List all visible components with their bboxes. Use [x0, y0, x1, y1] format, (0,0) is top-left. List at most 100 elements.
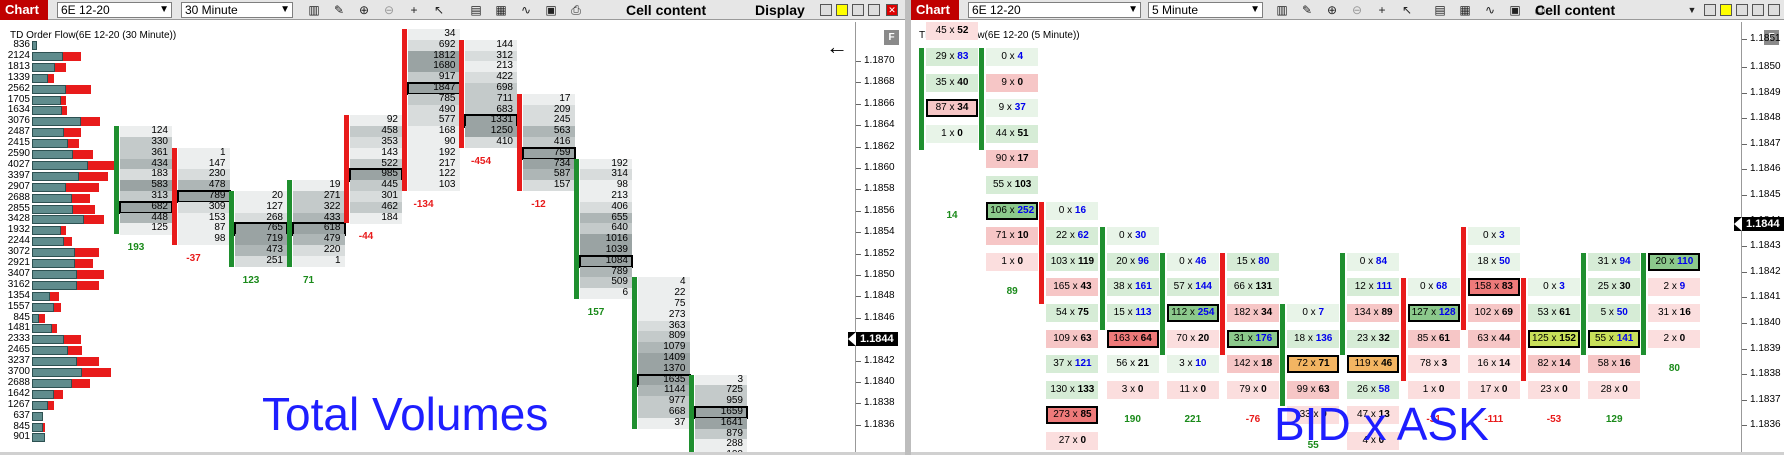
price-tick-label: 1.1851	[1742, 34, 1784, 44]
strategy-icon[interactable]: ∿	[518, 2, 534, 18]
minimize-button[interactable]	[1736, 4, 1748, 16]
bid-value: 23 x	[1540, 383, 1563, 395]
bid-ask-cell: 0 x 16	[1046, 201, 1099, 220]
bid-ask-cell: 18 x 50	[1467, 252, 1520, 271]
current-price-tag: 1.1844	[1734, 216, 1784, 231]
profile-volume-label: 3076	[7, 115, 30, 127]
display-menu[interactable]: Display	[755, 0, 805, 20]
ask-value: 62	[1077, 230, 1089, 242]
bid-ask-cell: 125 x 152	[1528, 329, 1580, 348]
profile-bar-red	[42, 422, 45, 432]
color-swatch-gray[interactable]	[1704, 4, 1716, 16]
ask-value: 96	[1137, 255, 1149, 267]
bidask-column-bar	[1581, 252, 1587, 356]
bid-value: 12 x	[1354, 281, 1377, 293]
maximize-button[interactable]	[868, 4, 880, 16]
properties-icon[interactable]: ▤	[468, 2, 484, 18]
volume-column-bar	[401, 29, 407, 191]
price-tick-label: 1.1850	[856, 270, 905, 280]
interval-selector[interactable]: 30 Minute ▼	[181, 2, 293, 18]
instrument-selector[interactable]: 6E 12-20 ▼	[968, 2, 1141, 18]
zoom-in-icon[interactable]: ⊕	[356, 2, 372, 18]
profile-bar-red	[50, 291, 59, 301]
ask-value: 4	[1017, 51, 1024, 62]
ask-value: 254	[1197, 307, 1215, 318]
instrument-selector[interactable]: 6E 12-20 ▼	[57, 2, 172, 18]
profile-row: 3407	[0, 268, 130, 279]
profile-bar-green	[32, 41, 37, 50]
bid-value: 11 x	[1179, 383, 1201, 395]
bid-ask-cell: 182 x 34	[1227, 304, 1279, 322]
bid-value: 22 x	[1055, 230, 1078, 242]
profile-row: 1557	[0, 301, 130, 312]
ask-value: 61	[1559, 307, 1571, 318]
data-box-icon[interactable]: ▦	[493, 2, 509, 18]
bid-ask-cell: 90 x 17	[986, 150, 1039, 169]
bid-ask-cell: 44 x 51	[986, 124, 1039, 143]
strategy-icon[interactable]: ∿	[1482, 2, 1498, 18]
bidask-column-bar	[1220, 252, 1225, 356]
cursor-icon[interactable]: ↖	[1399, 2, 1415, 18]
price-tick-label: 1.1836	[856, 419, 905, 430]
bid-ask-cell: 63 x 44	[1467, 329, 1520, 348]
volume-column-bar	[114, 126, 119, 235]
price-tick-label: 1.1860	[856, 163, 905, 173]
close-button[interactable]	[1768, 4, 1780, 16]
zoom-out-icon[interactable]: ⊖	[381, 2, 397, 18]
bid-ask-cell: 54 x 75	[1046, 304, 1099, 322]
bid-ask-cell: 112 x 254	[1166, 304, 1219, 322]
chevron-down-icon[interactable]: ▼	[1684, 2, 1700, 18]
data-box-icon[interactable]: ▦	[1457, 2, 1473, 18]
minimize-button[interactable]	[852, 4, 864, 16]
pencil-icon[interactable]: ✎	[331, 2, 347, 18]
profile-volume-label: 2855	[7, 202, 30, 214]
color-swatch-yellow[interactable]	[836, 4, 848, 16]
bar-chart-icon[interactable]: ▥	[1274, 2, 1290, 18]
profile-row: 2333	[0, 334, 130, 345]
bid-value: 5 x	[1600, 307, 1617, 318]
profile-volume-label: 3162	[7, 278, 30, 290]
volume-column-bar	[344, 115, 349, 224]
profile-bar-green	[32, 422, 43, 432]
profile-bar-green	[32, 400, 49, 410]
bar-chart-icon[interactable]: ▥	[306, 2, 322, 18]
crosshair-icon[interactable]: +	[1374, 2, 1390, 18]
profile-bar-green	[32, 346, 68, 356]
cursor-icon[interactable]: ↖	[431, 2, 447, 18]
template-icon[interactable]: ▣	[1507, 2, 1523, 18]
price-tick-label: 1.1866	[856, 98, 905, 109]
interval-value: 5 Minute	[1152, 3, 1199, 17]
pencil-icon[interactable]: ✎	[1299, 2, 1315, 18]
bid-ask-cell: 119 x 46	[1347, 355, 1400, 374]
profile-volume-label: 1813	[7, 60, 30, 72]
profile-bar-red	[53, 302, 61, 312]
maximize-button[interactable]	[1752, 4, 1764, 16]
crosshair-icon[interactable]: +	[406, 2, 422, 18]
print-icon[interactable]: ⎙	[568, 2, 584, 18]
profile-bar-red	[53, 389, 63, 399]
properties-icon[interactable]: ▤	[1432, 2, 1448, 18]
profile-bar-red	[75, 248, 99, 258]
profile-bar-green	[32, 117, 81, 127]
profile-bar-green	[32, 139, 68, 149]
color-swatch-yellow[interactable]	[1720, 4, 1732, 16]
profile-bar-red	[66, 84, 92, 94]
cell-content-menu[interactable]: Cell content	[626, 0, 706, 20]
template-icon[interactable]: ▣	[543, 2, 559, 18]
chart-menu-button[interactable]: Chart	[911, 0, 959, 20]
chart-menu-button[interactable]: Chart	[0, 0, 48, 20]
color-swatch-gray[interactable]	[820, 4, 832, 16]
price-tick-label: 1.1838	[856, 398, 905, 408]
interval-selector[interactable]: 5 Minute ▼	[1148, 2, 1263, 18]
zoom-out-icon[interactable]: ⊖	[1349, 2, 1365, 18]
scale-settings-icon[interactable]: F	[884, 30, 899, 45]
close-button[interactable]: ✕	[886, 4, 898, 16]
profile-row: 1339	[0, 72, 130, 83]
back-arrow-icon[interactable]: ←	[826, 36, 848, 58]
profile-bar-green	[32, 215, 85, 225]
volume-cell: 103	[407, 179, 460, 192]
profile-bar-green	[32, 259, 76, 268]
zoom-in-icon[interactable]: ⊕	[1324, 2, 1340, 18]
bid-value: 38 x	[1113, 281, 1136, 293]
cell-content-menu[interactable]: Cell content	[1535, 0, 1615, 20]
